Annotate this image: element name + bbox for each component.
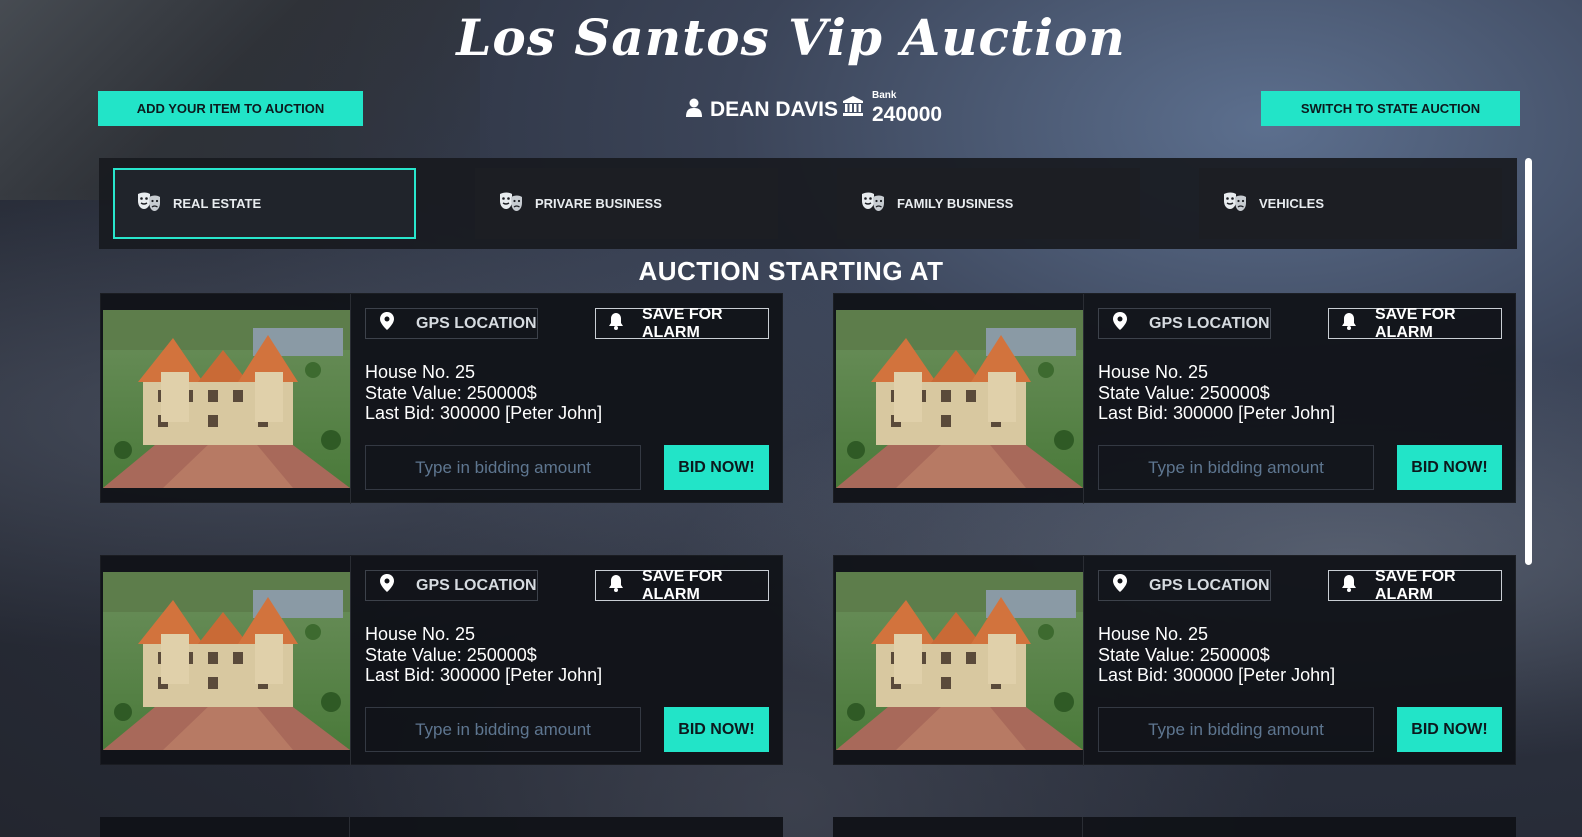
page-title: Los Santos Vip Auction [456, 8, 1126, 67]
theater-masks-icon [861, 192, 885, 215]
tab-private-business[interactable]: PRIVARE BUSINESS [475, 168, 778, 239]
gps-location-button[interactable]: GPS LOCATION [1098, 570, 1271, 601]
user-icon [686, 98, 702, 123]
tab-label: FAMILY BUSINESS [897, 196, 1014, 211]
bell-icon [1341, 574, 1357, 597]
bank-info: Bank 240000 [842, 88, 942, 128]
theater-masks-icon [137, 192, 161, 215]
property-photo [103, 310, 350, 488]
bid-amount-input[interactable] [365, 445, 641, 490]
auction-card-partial [100, 817, 783, 837]
add-item-button[interactable]: ADD YOUR ITEM TO AUCTION [98, 91, 363, 126]
bid-amount-input[interactable] [1098, 707, 1374, 752]
gps-label: GPS LOCATION [416, 576, 537, 594]
property-info: House No. 25 State Value: 250000$ Last B… [1098, 624, 1335, 686]
save-for-alarm-button[interactable]: SAVE FOR ALARM [595, 305, 769, 341]
property-info: House No. 25 State Value: 250000$ Last B… [1098, 362, 1335, 424]
gps-location-button[interactable]: GPS LOCATION [1098, 308, 1271, 339]
last-bid: Last Bid: 300000 [Peter John] [365, 403, 603, 423]
user-info: DEAN DAVIS [686, 96, 838, 124]
gps-label: GPS LOCATION [1149, 576, 1270, 594]
auction-card: GPS LOCATION SAVE FOR ALARM House No. 25… [833, 555, 1516, 766]
state-value: State Value: 250000$ [365, 644, 537, 665]
alarm-label: SAVE FOR ALARM [1375, 305, 1456, 341]
gps-location-button[interactable]: GPS LOCATION [365, 308, 538, 339]
state-value: State Value: 250000$ [365, 382, 537, 403]
property-info: House No. 25 State Value: 250000$ Last B… [365, 362, 602, 424]
bid-amount-input[interactable] [365, 707, 641, 752]
bank-building-icon [842, 95, 864, 122]
bid-amount-input[interactable] [1098, 445, 1374, 490]
theater-masks-icon [1223, 192, 1247, 215]
last-bid: Last Bid: 300000 [Peter John] [365, 665, 603, 685]
section-title: AUCTION STARTING AT [638, 256, 944, 286]
user-name: DEAN DAVIS [710, 98, 838, 121]
property-photo [103, 572, 350, 750]
bell-icon [608, 312, 624, 335]
property-photo [836, 572, 1083, 750]
bid-now-button[interactable]: BID NOW! [1397, 445, 1502, 490]
bell-icon [608, 574, 624, 597]
map-pin-icon [1113, 312, 1127, 335]
bid-now-button[interactable]: BID NOW! [664, 707, 769, 752]
theater-masks-icon [499, 192, 523, 215]
map-pin-icon [380, 312, 394, 335]
save-for-alarm-button[interactable]: SAVE FOR ALARM [1328, 305, 1502, 341]
tab-label: PRIVARE BUSINESS [535, 196, 662, 211]
auction-card: GPS LOCATION SAVE FOR ALARM House No. 25… [833, 293, 1516, 504]
tab-label: VEHICLES [1259, 196, 1325, 211]
state-value: State Value: 250000$ [1098, 382, 1270, 403]
state-value: State Value: 250000$ [1098, 644, 1270, 665]
tab-real-estate[interactable]: REAL ESTATE [113, 168, 416, 239]
scrollbar[interactable] [1525, 158, 1532, 565]
last-bid: Last Bid: 300000 [Peter John] [1098, 403, 1336, 423]
bid-now-button[interactable]: BID NOW! [664, 445, 769, 490]
gps-location-button[interactable]: GPS LOCATION [365, 570, 538, 601]
tab-family-business[interactable]: FAMILY BUSINESS [837, 168, 1140, 239]
map-pin-icon [1113, 574, 1127, 597]
bell-icon [1341, 312, 1357, 335]
save-for-alarm-button[interactable]: SAVE FOR ALARM [1328, 567, 1502, 603]
property-photo [836, 310, 1083, 488]
gps-label: GPS LOCATION [1149, 314, 1270, 332]
house-number: House No. 25 [1098, 624, 1209, 644]
alarm-label: SAVE FOR ALARM [1375, 567, 1456, 603]
header: Los Santos Vip Auction ADD YOUR ITEM TO … [0, 0, 1582, 140]
house-number: House No. 25 [1098, 362, 1209, 382]
bid-now-button[interactable]: BID NOW! [1397, 707, 1502, 752]
save-for-alarm-button[interactable]: SAVE FOR ALARM [595, 567, 769, 603]
last-bid: Last Bid: 300000 [Peter John] [1098, 665, 1336, 685]
tab-label: REAL ESTATE [173, 196, 262, 211]
auction-card: GPS LOCATION SAVE FOR ALARM House No. 25… [100, 555, 783, 766]
switch-to-state-auction-button[interactable]: SWITCH TO STATE AUCTION [1261, 91, 1520, 126]
alarm-label: SAVE FOR ALARM [642, 567, 723, 603]
auction-card-partial [833, 817, 1516, 837]
gps-label: GPS LOCATION [416, 314, 537, 332]
auction-card: GPS LOCATION SAVE FOR ALARM House No. 25… [100, 293, 783, 504]
alarm-label: SAVE FOR ALARM [642, 305, 723, 341]
bank-label: Bank [872, 90, 897, 101]
map-pin-icon [380, 574, 394, 597]
category-tabs: REAL ESTATE PRIVARE BUSINESS FAMILY BUSI… [99, 158, 1517, 249]
bank-balance: 240000 [872, 103, 943, 126]
house-number: House No. 25 [365, 624, 476, 644]
house-number: House No. 25 [365, 362, 476, 382]
tab-vehicles[interactable]: VEHICLES [1199, 168, 1502, 239]
property-info: House No. 25 State Value: 250000$ Last B… [365, 624, 602, 686]
